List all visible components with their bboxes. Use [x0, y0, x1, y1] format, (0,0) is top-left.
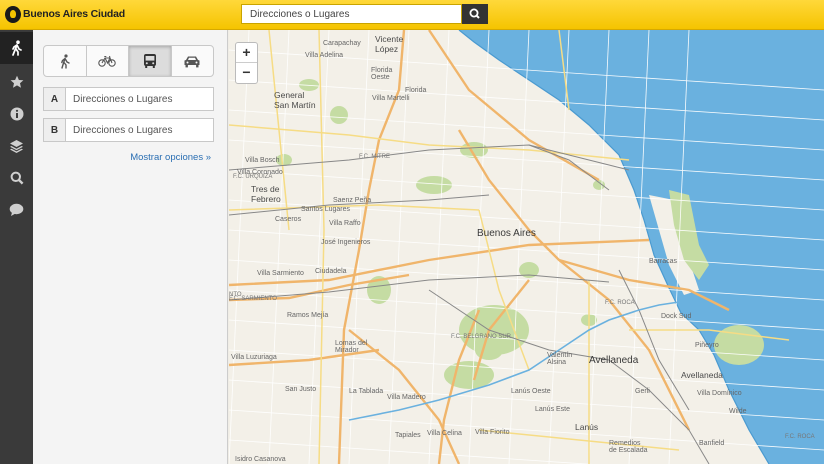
map-label: Santos Lugares [301, 206, 351, 213]
map-label: Dock Sud [661, 313, 692, 320]
rail-feedback-button[interactable] [0, 194, 33, 226]
map-label: Villa Bosch [245, 157, 280, 164]
map-label: Vicente López [375, 34, 404, 54]
map-label: Tapiales [395, 432, 421, 439]
rail-info-button[interactable] [0, 98, 33, 130]
map-label: Villa Martelli [372, 95, 410, 102]
mode-walk-button[interactable] [44, 46, 87, 76]
mode-car-button[interactable] [172, 46, 214, 76]
side-rail [0, 30, 33, 464]
map-label: Villa Adelina [305, 52, 344, 59]
map-label: Carapachay [323, 40, 361, 47]
map-label: Banfield [699, 440, 725, 447]
map-label: Villa Fiorito [475, 429, 510, 436]
rail-layers-button[interactable] [0, 130, 33, 162]
destination-field: B [43, 118, 214, 142]
map-label: Villa Raffo [329, 220, 361, 227]
map-label: Villa Sarmiento [257, 270, 304, 277]
search-icon [469, 8, 480, 19]
map-label: Isidro Casanova [235, 456, 286, 463]
map-label: Buenos Aires [477, 228, 536, 239]
map-label: General San Martín [274, 90, 316, 110]
origin-label: A [44, 88, 66, 110]
map-label: La Tablada [349, 388, 384, 395]
more-options-link[interactable]: Mostrar opciones » [130, 152, 211, 163]
map-label: Villa Celina [427, 430, 462, 437]
map-label: Florida Oeste [371, 67, 393, 81]
map-label: F.C. URQUIZA [233, 174, 273, 180]
map-label: Wilde [729, 408, 747, 415]
city-logo-icon [5, 6, 21, 23]
map-label: Villa Domínico [697, 390, 742, 397]
map-label: F.C. MITRE [359, 154, 390, 160]
info-icon [10, 107, 23, 121]
map-label: NTO [229, 292, 242, 298]
chat-icon [9, 203, 24, 216]
map-canvas[interactable]: Vicente López Carapachay Villa Adelina F… [229, 30, 824, 464]
bus-icon [143, 54, 156, 68]
transport-mode-selector [43, 45, 214, 77]
map-label: Saenz Peña [333, 197, 372, 204]
map-base [229, 30, 824, 464]
zoom-control: + − [235, 42, 258, 84]
rail-favorites-button[interactable] [0, 66, 33, 98]
map-label: José Ingenieros [321, 239, 371, 246]
top-bar: Buenos Aires Ciudad [0, 0, 824, 30]
map-label: San Justo [285, 386, 317, 393]
map-label: Villa Madero [387, 394, 426, 401]
map-label: Remedios de Escalada [609, 440, 648, 454]
layers-icon [10, 140, 23, 153]
map-label: Caseros [275, 216, 302, 223]
rail-search-button[interactable] [0, 162, 33, 194]
map-label: Ramos Mejía [287, 312, 329, 319]
origin-input[interactable] [66, 88, 213, 110]
rail-walk-button[interactable] [0, 32, 33, 64]
map-label: Avellaneda [589, 355, 639, 366]
map-label: F.C. BELGRANO SUR [451, 334, 512, 340]
map-label: Tres de Febrero [251, 184, 281, 204]
destination-input[interactable] [66, 119, 213, 141]
map-label: Lanús Este [535, 406, 571, 413]
map-label: Florida [405, 87, 427, 94]
map-label: Lanús Oeste [511, 388, 551, 395]
mode-bicycle-button[interactable] [87, 46, 129, 76]
map-label: F.C. ROCA [785, 434, 815, 440]
origin-field: A [43, 87, 214, 111]
star-icon [10, 75, 23, 88]
car-icon [184, 56, 200, 67]
zoom-in-button[interactable]: + [236, 43, 257, 63]
map-label: F.C. ROCA [605, 300, 635, 306]
map-label: Gerli [635, 388, 650, 395]
walk-icon [60, 53, 70, 69]
mode-bus-button[interactable] [129, 46, 172, 76]
map-label: Lanús [575, 422, 599, 432]
zoom-out-button[interactable]: − [236, 63, 257, 83]
map-label: Valentín Alsina [547, 352, 573, 366]
bicycle-icon [98, 55, 117, 67]
map-label: Piñeyro [695, 342, 719, 349]
destination-label: B [44, 119, 66, 141]
route-panel: A B Mostrar opciones » [33, 30, 228, 464]
walk-icon [11, 40, 22, 56]
top-search-input[interactable] [241, 4, 462, 24]
map-label: Ciudadela [315, 268, 347, 275]
top-search-button[interactable] [462, 4, 488, 24]
map-label: Lomas del Mirador [335, 340, 368, 354]
map-label: Villa Luzuriaga [231, 354, 277, 361]
search-icon [10, 171, 23, 185]
map-label: Avellaneda [681, 370, 723, 380]
map-label: Barracas [649, 258, 678, 265]
brand-title: Buenos Aires Ciudad [23, 8, 125, 20]
